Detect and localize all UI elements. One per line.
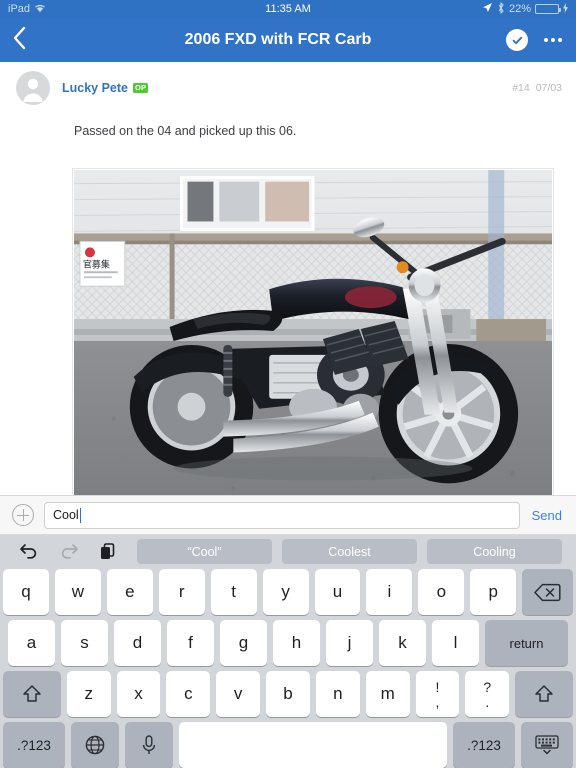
- key-f[interactable]: f: [167, 620, 214, 666]
- post-attachment-image[interactable]: 官募集: [72, 167, 554, 495]
- shift-key-left[interactable]: [2, 671, 61, 717]
- undo-icon[interactable]: [19, 542, 39, 562]
- key-h[interactable]: h: [273, 620, 320, 666]
- key-w[interactable]: w: [54, 569, 101, 615]
- edit-shortcut-icons: [5, 542, 137, 562]
- post-date: 07/03: [535, 82, 562, 94]
- key-y[interactable]: y: [262, 569, 309, 615]
- status-badge: OP: [133, 83, 149, 93]
- battery-icon: [535, 4, 561, 14]
- post-header: Lucky Pete OP #14 07/03: [0, 62, 576, 105]
- charging-bolt-icon: [563, 2, 568, 16]
- key-u[interactable]: u: [314, 569, 361, 615]
- hide-keyboard-icon: [535, 735, 559, 755]
- hide-keyboard-key[interactable]: [521, 722, 573, 768]
- key-d[interactable]: d: [114, 620, 161, 666]
- key-x[interactable]: x: [116, 671, 161, 717]
- keyboard-row-3: z x c v b n m ! , ? .: [2, 671, 574, 717]
- page-title: 2006 FXD with FCR Carb: [184, 31, 372, 48]
- more-dots-icon[interactable]: [542, 32, 564, 48]
- shift-icon: [23, 685, 41, 702]
- backspace-icon[interactable]: [522, 569, 574, 615]
- plus-circle-icon[interactable]: [12, 504, 34, 526]
- status-bar-right: 22%: [482, 1, 568, 17]
- bluetooth-icon: [497, 1, 505, 17]
- key-a[interactable]: a: [8, 620, 55, 666]
- key-exclam-comma[interactable]: ! ,: [415, 671, 460, 717]
- space-key[interactable]: [179, 722, 447, 768]
- post-body-text: Passed on the 04 and picked up this 06.: [74, 124, 297, 138]
- suggestion-chip-0[interactable]: “Cool”: [137, 539, 272, 564]
- svg-text:官募集: 官募集: [83, 258, 110, 270]
- shift-key-right[interactable]: [515, 671, 574, 717]
- shift-icon: [535, 685, 553, 702]
- key-j[interactable]: j: [326, 620, 373, 666]
- dictation-key[interactable]: [125, 722, 173, 768]
- key-c[interactable]: c: [166, 671, 211, 717]
- key-v[interactable]: v: [216, 671, 261, 717]
- device-label: iPad: [8, 3, 31, 15]
- key-b[interactable]: b: [266, 671, 310, 717]
- post-author-group: Lucky Pete OP: [62, 81, 149, 95]
- status-bar: iPad 11:35 AM 22%: [0, 0, 576, 18]
- globe-key[interactable]: [71, 722, 119, 768]
- paste-icon[interactable]: [99, 542, 119, 562]
- status-bar-left: iPad: [8, 3, 46, 16]
- suggestion-chip-1[interactable]: Coolest: [282, 539, 417, 564]
- post-meta: #14 07/03: [512, 82, 562, 94]
- navigation-actions: [506, 29, 564, 51]
- key-q[interactable]: q: [3, 569, 49, 615]
- key-r[interactable]: r: [158, 569, 205, 615]
- key-exclam-label: !: [435, 678, 440, 695]
- chevron-left-icon: [12, 26, 27, 55]
- avatar[interactable]: [16, 71, 50, 105]
- globe-icon: [85, 735, 105, 755]
- keyboard-row-2: a s d f g h j k l return: [3, 620, 573, 666]
- thread-content[interactable]: Lucky Pete OP #14 07/03 Passed on the 04…: [0, 62, 576, 495]
- message-input-value: Cool: [53, 508, 79, 522]
- post-number: #14: [512, 82, 530, 94]
- key-i[interactable]: i: [366, 569, 413, 615]
- send-button[interactable]: Send: [530, 508, 564, 523]
- key-s[interactable]: s: [61, 620, 108, 666]
- key-p[interactable]: p: [470, 569, 517, 615]
- person-avatar-icon: [23, 78, 43, 102]
- key-l[interactable]: l: [432, 620, 479, 666]
- key-g[interactable]: g: [220, 620, 267, 666]
- battery-percent: 22%: [508, 3, 531, 15]
- predictive-bar: “Cool” Coolest Cooling: [3, 539, 573, 564]
- return-key[interactable]: return: [485, 620, 568, 666]
- key-question-label: ?: [483, 678, 492, 695]
- keyboard-row-4: .?123 .?123: [3, 722, 573, 768]
- wifi-icon: [34, 3, 46, 16]
- back-button[interactable]: [12, 22, 44, 58]
- key-o[interactable]: o: [418, 569, 465, 615]
- suggestion-chip-2[interactable]: Cooling: [427, 539, 562, 564]
- key-comma-label: ,: [435, 693, 440, 710]
- message-input[interactable]: Cool: [44, 501, 520, 529]
- navigation-bar: 2006 FXD with FCR Carb: [0, 18, 576, 62]
- check-circle-icon[interactable]: [506, 29, 528, 51]
- key-e[interactable]: e: [106, 569, 153, 615]
- redo-icon: [59, 542, 79, 562]
- microphone-icon: [142, 735, 156, 754]
- key-n[interactable]: n: [315, 671, 360, 717]
- post-author[interactable]: Lucky Pete: [62, 81, 128, 95]
- key-z[interactable]: z: [66, 671, 111, 717]
- message-input-bar: Cool Send: [0, 495, 576, 535]
- numeric-key-right[interactable]: .?123: [453, 722, 515, 768]
- text-cursor: [79, 507, 82, 523]
- key-question-period[interactable]: ? .: [465, 671, 510, 717]
- motorcycle-photo: 官募集: [74, 169, 552, 495]
- app-root: iPad 11:35 AM 22% 2006 FXD with FCR Carb…: [0, 0, 576, 768]
- key-m[interactable]: m: [365, 671, 410, 717]
- key-period-label: .: [485, 693, 490, 710]
- key-t[interactable]: t: [210, 569, 257, 615]
- numeric-key-left[interactable]: .?123: [3, 722, 65, 768]
- suggestion-chips: “Cool” Coolest Cooling: [137, 539, 571, 564]
- location-arrow-icon: [482, 2, 493, 16]
- key-k[interactable]: k: [379, 620, 426, 666]
- onscreen-keyboard: “Cool” Coolest Cooling q w e r t y u i o…: [0, 535, 576, 768]
- keyboard-row-1: q w e r t y u i o p: [3, 569, 574, 615]
